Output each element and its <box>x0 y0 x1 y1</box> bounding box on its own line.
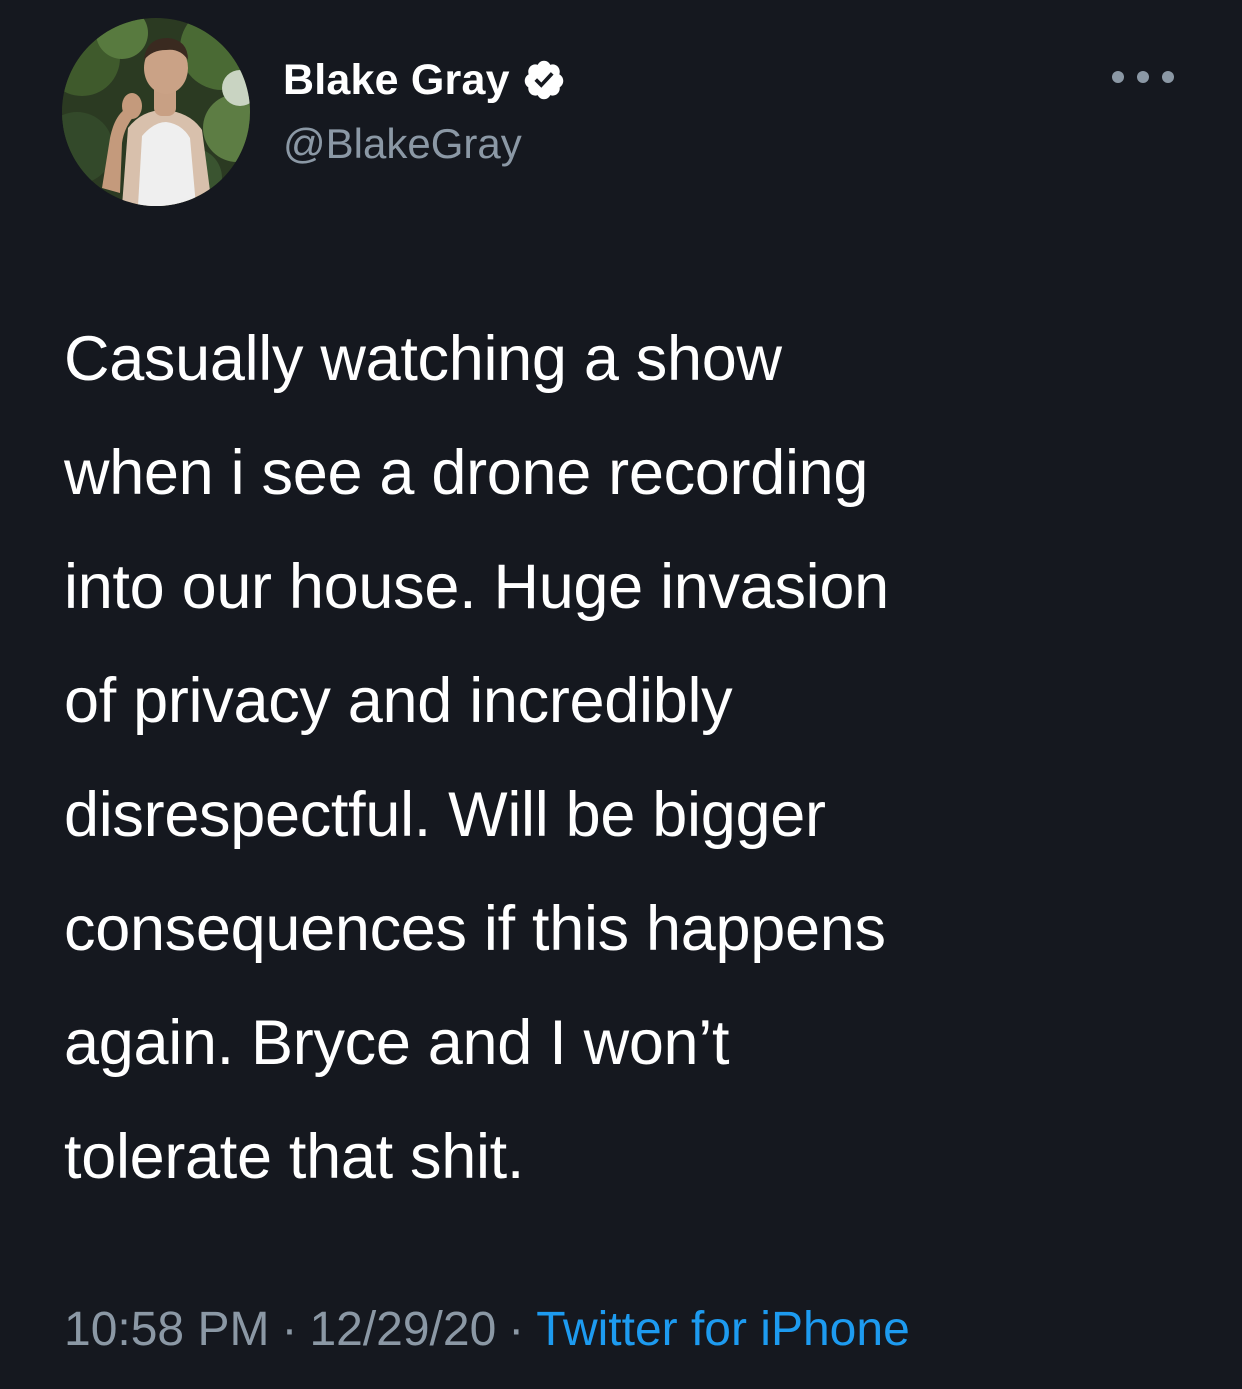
more-horizontal-icon[interactable] <box>1112 62 1174 92</box>
author-display-name[interactable]: Blake Gray <box>283 56 510 105</box>
tweet-text: Casually watching a show when i see a dr… <box>64 302 1184 1214</box>
meta-separator: · <box>508 1303 525 1356</box>
tweet-text-line: of privacy and incredibly <box>64 666 733 736</box>
verified-badge-icon <box>522 58 566 102</box>
tweet-date[interactable]: 12/29/20 <box>309 1303 496 1356</box>
tweet-text-line: again. Bryce and I won’t <box>64 1008 730 1078</box>
profile-photo-icon <box>62 18 250 206</box>
author-name-row[interactable]: Blake Gray <box>283 54 566 106</box>
tweet-text-line: disrespectful. Will be bigger <box>64 780 826 850</box>
tweet-text-line: tolerate that shit. <box>64 1122 525 1192</box>
tweet-text-line: into our house. Huge invasion <box>64 552 889 622</box>
tweet-source-link[interactable]: Twitter for iPhone <box>536 1303 910 1356</box>
author-handle[interactable]: @BlakeGray <box>283 120 522 168</box>
meta-separator: · <box>281 1303 298 1356</box>
tweet-card: Blake Gray @BlakeGray Casually watching … <box>0 0 1242 1389</box>
tweet-text-line: consequences if this happens <box>64 894 886 964</box>
more-dot-icon <box>1112 71 1124 83</box>
more-dot-icon <box>1162 71 1174 83</box>
tweet-metadata: 10:58 PM · 12/29/20 · Twitter for iPhone <box>64 1300 910 1360</box>
avatar[interactable] <box>62 18 250 206</box>
tweet-time[interactable]: 10:58 PM <box>64 1303 269 1356</box>
more-dot-icon <box>1137 71 1149 83</box>
tweet-text-line: when i see a drone recording <box>64 438 869 508</box>
tweet-text-line: Casually watching a show <box>64 324 782 394</box>
